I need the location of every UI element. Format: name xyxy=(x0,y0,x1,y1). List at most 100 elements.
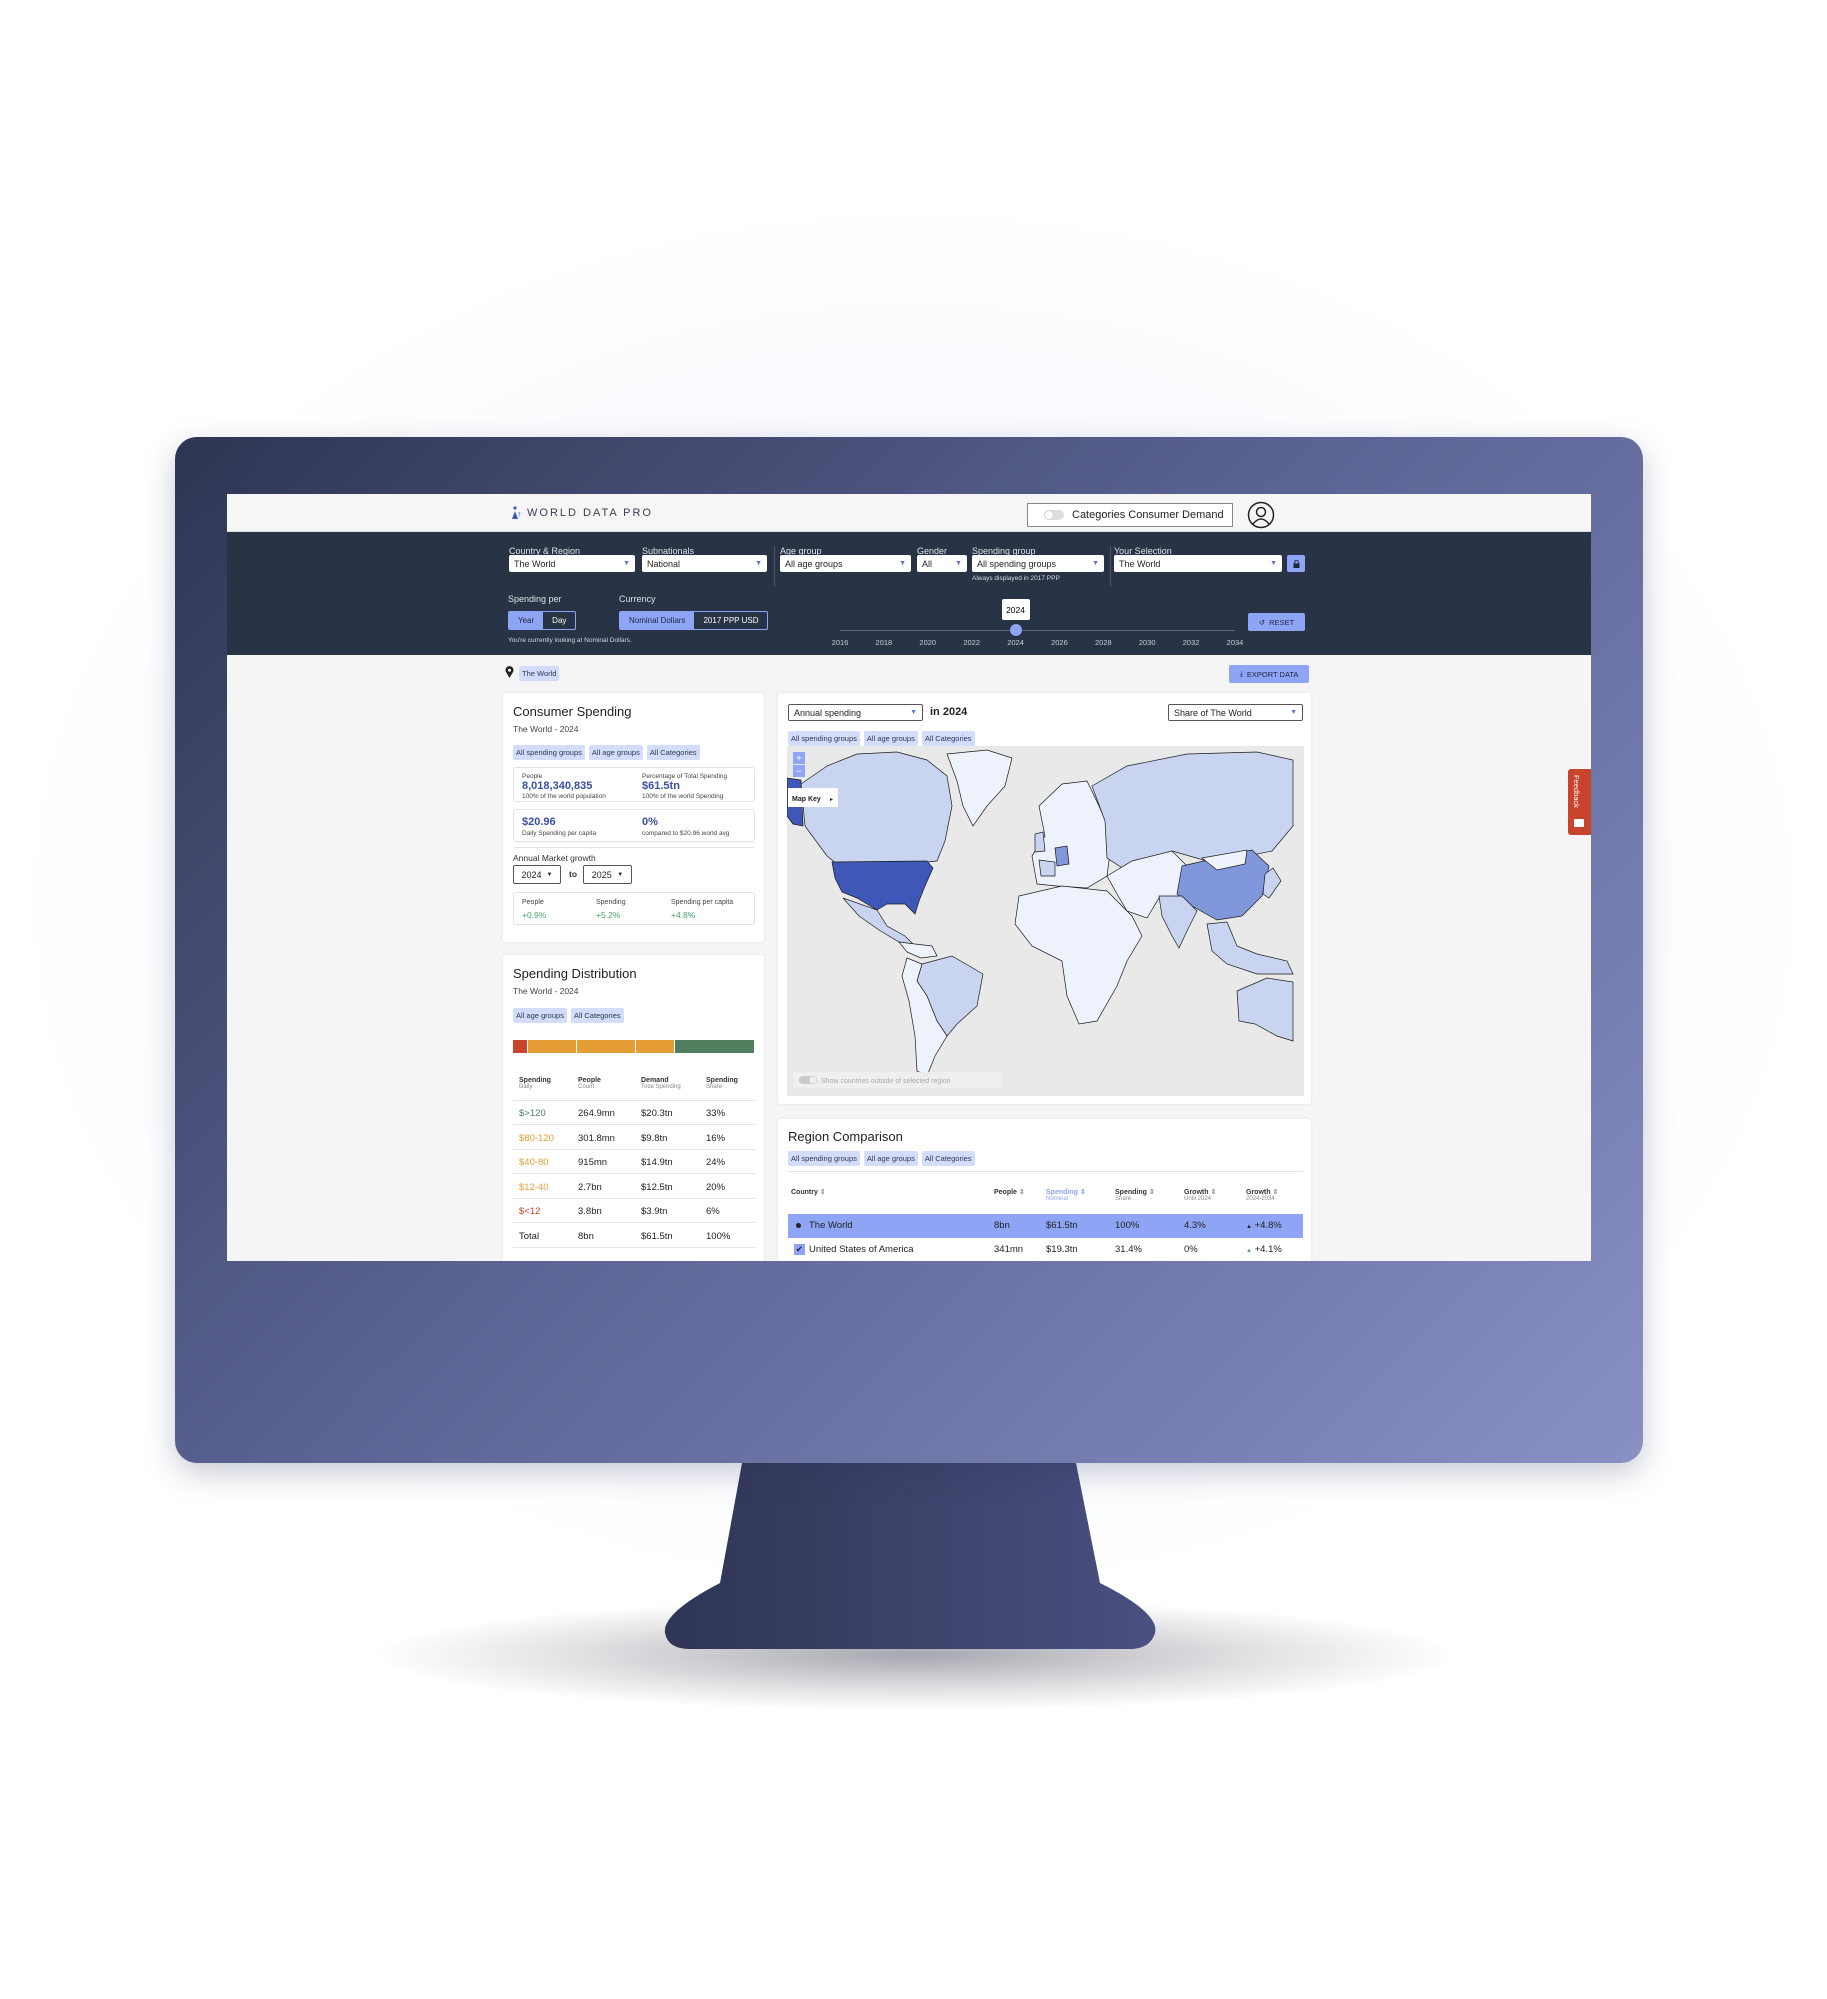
chip: All spending groups xyxy=(788,1151,860,1166)
currency-label: Currency xyxy=(619,594,656,604)
table-row: $80-120 301.8mn $9.8tn 16% xyxy=(513,1126,755,1150)
mode-toggle-label: Categories Consumer Demand xyxy=(1072,509,1224,521)
to-label: to xyxy=(569,869,578,879)
age-select[interactable]: All age groups ▼ xyxy=(780,555,911,572)
checkbox-checked[interactable]: ✔ xyxy=(794,1244,805,1255)
country-uk[interactable] xyxy=(1034,831,1046,853)
timeline-tick[interactable]: 2028 xyxy=(1095,638,1112,647)
export-data-button[interactable]: ⤓ EXPORT DATA xyxy=(1229,665,1309,683)
cell-range: $>120 xyxy=(519,1108,546,1119)
growth-label: Annual Market growth xyxy=(513,853,596,863)
day-option[interactable]: Day xyxy=(543,612,575,629)
gender-select[interactable]: All ▼ xyxy=(917,555,967,572)
per-capita-stat-box: $20.96 Daily Spending per capita 0% comp… xyxy=(513,809,755,842)
table-row: $12-40 2.7bn $12.5tn 20% xyxy=(513,1175,755,1199)
table-header: Spending Daily People Count Demand Total Sp… xyxy=(513,1075,755,1101)
up-triangle-icon: ▲ xyxy=(1246,1248,1252,1254)
sort-country[interactable]: Country ⇕ xyxy=(791,1188,826,1196)
mode-toggle-button[interactable]: Categories Consumer Demand xyxy=(1027,503,1233,527)
divider xyxy=(774,546,775,586)
reset-icon: ↺ xyxy=(1258,617,1266,627)
spending-group-select[interactable]: All spending groups ▼ xyxy=(972,555,1104,572)
divider xyxy=(513,847,755,848)
timeline-handle[interactable] xyxy=(1009,624,1022,636)
sort-share[interactable]: Spending ⇕ Share xyxy=(1115,1188,1155,1202)
cell-demand: $3.9tn xyxy=(641,1206,668,1217)
timeline-tick[interactable]: 2030 xyxy=(1139,638,1156,647)
selection-select[interactable]: The World ▼ xyxy=(1114,555,1282,572)
sort-people[interactable]: People ⇕ xyxy=(994,1188,1025,1196)
feedback-tab[interactable]: Feedback xyxy=(1568,769,1591,835)
reset-button[interactable]: ↺ RESET xyxy=(1248,613,1305,631)
ppp-option[interactable]: 2017 PPP USD xyxy=(694,612,767,629)
cell-range: $80-120 xyxy=(519,1132,554,1144)
metric-select[interactable]: Annual spending ▼ xyxy=(788,704,923,721)
country-france[interactable] xyxy=(1038,859,1056,877)
timeline-tick[interactable]: 2032 xyxy=(1183,638,1200,647)
card-subtitle: The World - 2024 xyxy=(513,724,579,734)
people-stat-box: People 8,018,340,835 100% of the world p… xyxy=(513,767,755,802)
timeline-tick[interactable]: 2026 xyxy=(1051,638,1068,647)
cell-people: 2.7bn xyxy=(578,1181,602,1193)
year-timeline[interactable]: 2024 2016 2018 2020 2022 2024 2026 2028 2030 203… xyxy=(832,592,1243,652)
chevron-down-icon: ▼ xyxy=(1092,560,1099,567)
chip: All age groups xyxy=(513,1008,567,1023)
country-russia[interactable] xyxy=(1091,751,1294,872)
cell-range: $<12 xyxy=(519,1206,541,1217)
world-map[interactable]: + − Map Key ▸ Show countries outside of … xyxy=(787,746,1304,1096)
growth-box: People +0.9% Spending +5.2% Spending per… xyxy=(513,892,755,925)
card-title: Spending Distribution xyxy=(513,966,637,981)
timeline-tick[interactable]: 2020 xyxy=(919,638,936,647)
filter-chips: All spending groups All age groups All Cat… xyxy=(513,742,704,760)
year-option[interactable]: Year xyxy=(509,612,544,629)
sort-spending[interactable]: Spending ⇕ Nominal xyxy=(1046,1188,1086,1202)
chevron-down-icon: ▼ xyxy=(755,560,762,567)
nominal-option[interactable]: Nominal Dollars xyxy=(620,612,695,629)
daily-spending-value: $20.96 xyxy=(522,816,556,828)
timeline-value-tooltip: 2024 xyxy=(1001,599,1030,620)
timeline-tick[interactable]: 2018 xyxy=(876,638,893,647)
cell-demand: $9.8tn xyxy=(641,1132,668,1144)
chevron-right-icon: ▸ xyxy=(830,797,833,803)
share-select[interactable]: Share of The World ▼ xyxy=(1168,704,1303,721)
timeline-tick[interactable]: 2016 xyxy=(832,638,849,647)
table-row[interactable]: ✔ United States of America 341mn $19.3tn… xyxy=(788,1238,1303,1261)
chip: All spending groups xyxy=(513,745,585,760)
location-chip[interactable]: The World xyxy=(519,666,560,681)
up-triangle-icon: ▲ xyxy=(1246,1224,1252,1230)
growth-to-select[interactable]: 2025 ▼ xyxy=(583,865,632,884)
timeline-tick[interactable]: 2022 xyxy=(963,638,980,647)
user-avatar-icon[interactable] xyxy=(1247,501,1275,529)
lock-selection-button[interactable] xyxy=(1287,555,1305,572)
chip: All spending groups xyxy=(788,731,860,746)
zoom-out-icon: − xyxy=(796,767,802,778)
compare-value: 0% xyxy=(642,816,658,828)
distribution-segment xyxy=(513,1040,528,1053)
timeline-tick[interactable]: 2034 xyxy=(1227,638,1244,647)
subnationals-select[interactable]: National ▼ xyxy=(642,555,767,572)
country-canada[interactable] xyxy=(800,751,953,865)
table-row: $40-80 915mn $14.9tn 24% xyxy=(513,1150,755,1174)
toggle-switch[interactable] xyxy=(1044,510,1064,520)
chevron-down-icon: ▼ xyxy=(899,560,906,567)
divider xyxy=(1110,546,1111,586)
table-row-selected[interactable]: The World 8bn $61.5tn 100% 4.3% ▲ +4.8% xyxy=(788,1214,1303,1238)
growth-from-select[interactable]: 2024 ▼ xyxy=(513,865,561,884)
timeline-tick[interactable]: 2024 xyxy=(1007,638,1024,647)
cell-share: 6% xyxy=(706,1206,720,1217)
country-germany[interactable] xyxy=(1054,845,1070,867)
sort-growth-forecast[interactable]: Growth ⇕ 2024-2034 xyxy=(1246,1188,1278,1202)
sort-growth[interactable]: Growth ⇕ Until 2024 xyxy=(1184,1188,1216,1202)
app-title: WORLD DATA PRO xyxy=(527,506,653,519)
logo[interactable]: WORLD DATA PRO xyxy=(511,506,653,519)
caret-down-icon: ▼ xyxy=(617,871,624,878)
location-pin-icon xyxy=(505,666,514,678)
distribution-segment xyxy=(577,1040,635,1053)
consumer-spending-card: Consumer Spending The World - 2024 All s… xyxy=(503,693,764,942)
country-select[interactable]: The World ▼ xyxy=(509,555,635,572)
chip: All age groups xyxy=(588,745,643,760)
lock-icon xyxy=(1293,559,1299,568)
cell-demand: $61.5tn xyxy=(641,1230,673,1242)
chevron-down-icon: ▼ xyxy=(955,560,962,567)
download-icon: ⤓ xyxy=(1239,669,1243,678)
